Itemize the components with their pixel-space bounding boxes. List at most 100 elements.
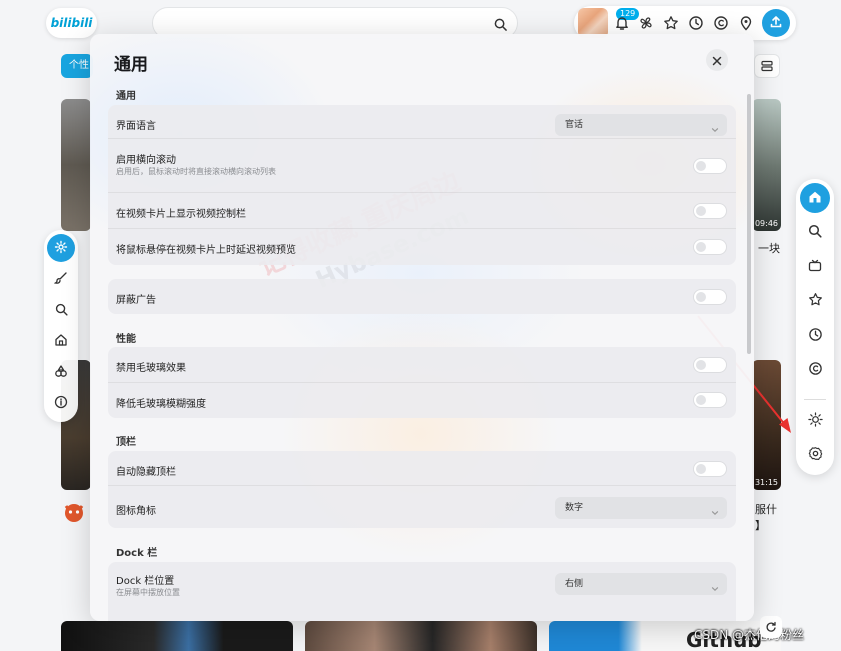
- chevron-down-icon: [711, 504, 719, 526]
- language-select[interactable]: 官话: [555, 114, 727, 136]
- setting-description: 启用后，鼠标滚动时将直接滚动横向滚动列表: [116, 167, 276, 176]
- setting-row-disable-frosted: 禁用毛玻璃效果: [108, 347, 736, 383]
- personalized-chip[interactable]: 个性: [61, 54, 93, 78]
- select-value: 右侧: [565, 579, 584, 589]
- setting-label: 将鼠标悬停在视频卡片上时延迟视频预览: [116, 245, 296, 256]
- dock-position-select[interactable]: 右侧: [555, 573, 727, 595]
- search-icon[interactable]: [494, 16, 507, 35]
- bell-icon[interactable]: [614, 15, 630, 31]
- dock-watch-later-button[interactable]: [800, 252, 830, 282]
- uploader-avatar-icon[interactable]: [62, 500, 86, 528]
- layout-toggle-button[interactable]: [754, 54, 780, 78]
- setting-row-block-ads: 屏蔽广告: [108, 279, 736, 314]
- location-pin-icon[interactable]: [738, 15, 754, 31]
- disable-frosted-toggle[interactable]: [693, 357, 727, 373]
- right-dock: [796, 179, 834, 475]
- refresh-icon: [765, 618, 777, 637]
- dock-settings-button[interactable]: [800, 440, 830, 470]
- bilibili-logo[interactable]: bilibili: [46, 8, 97, 38]
- dock-creation-button[interactable]: [800, 355, 830, 385]
- home-icon: [808, 189, 822, 208]
- nav-general-settings[interactable]: [47, 234, 75, 262]
- creation-icon: [808, 361, 823, 380]
- settings-group-ads: 屏蔽广告: [108, 279, 736, 314]
- dock-favorites-button[interactable]: [800, 286, 830, 316]
- settings-side-nav: [44, 230, 78, 422]
- setting-label: 启用横向滚动: [116, 155, 176, 166]
- video-title-snippet: 服什: [755, 503, 777, 516]
- block-ads-toggle[interactable]: [693, 289, 727, 305]
- gear-icon: [808, 446, 823, 465]
- video-card-thumbnail[interactable]: [305, 621, 537, 651]
- search-input[interactable]: [167, 14, 487, 34]
- setting-label: 禁用毛玻璃效果: [116, 363, 186, 374]
- tv-icon: [808, 258, 822, 277]
- setting-row-language: 界面语言 官话: [108, 105, 736, 139]
- section-title-dock: Dock 栏: [116, 548, 158, 559]
- settings-dialog: 通用 记得收藏 重庆周边 Hybase.com 通用 界面语言 官话 启用横向滚…: [90, 34, 754, 621]
- pinwheel-icon[interactable]: [638, 15, 654, 31]
- dock-search-button[interactable]: [800, 217, 830, 247]
- settings-group-general: 界面语言 官话 启用横向滚动 启用后，鼠标滚动时将直接滚动横向滚动列表 在视频卡…: [108, 105, 736, 265]
- settings-group-dock: Dock 栏位置 在屏幕中摆放位置 右侧: [108, 562, 736, 621]
- setting-row-reduce-blur: 降低毛玻璃模糊强度: [108, 383, 736, 418]
- history-clock-icon[interactable]: [688, 15, 704, 31]
- section-title-topbar: 顶栏: [116, 437, 136, 448]
- refresh-button[interactable]: [760, 616, 782, 638]
- chevron-down-icon: [711, 580, 719, 602]
- setting-label: 界面语言: [116, 121, 156, 132]
- section-title-general: 通用: [116, 91, 136, 102]
- brush-icon: [53, 270, 68, 289]
- video-title-snippet: 】: [755, 519, 766, 532]
- dock-home-button[interactable]: [800, 183, 830, 213]
- auto-hide-topbar-toggle[interactable]: [693, 461, 727, 477]
- search-icon: [808, 223, 822, 242]
- setting-row-hover-delay: 将鼠标悬停在视频卡片上时延迟视频预览: [108, 229, 736, 265]
- nav-about[interactable]: [47, 389, 75, 417]
- shapes-icon: [54, 363, 68, 382]
- setting-description: 在屏幕中摆放位置: [116, 588, 180, 597]
- sun-icon: [807, 411, 823, 431]
- settings-group-performance: 禁用毛玻璃效果 降低毛玻璃模糊强度: [108, 347, 736, 418]
- upload-icon: [769, 14, 783, 33]
- close-icon: [712, 51, 722, 70]
- video-title-snippet: 一块: [758, 242, 780, 255]
- settings-group-topbar: 自动隐藏顶栏 图标角标 数字: [108, 451, 736, 528]
- nav-search[interactable]: [47, 296, 75, 324]
- layout-list-icon: [761, 57, 773, 76]
- nav-plugins[interactable]: [47, 358, 75, 386]
- section-title-performance: 性能: [116, 334, 136, 345]
- dock-divider: [804, 399, 826, 400]
- dialog-scrollbar[interactable]: [747, 94, 751, 354]
- star-icon[interactable]: [663, 15, 679, 31]
- video-controls-toggle[interactable]: [693, 203, 727, 219]
- video-card-thumbnail[interactable]: 09:46: [752, 99, 781, 231]
- video-card-thumbnail[interactable]: [61, 99, 91, 231]
- csdn-watermark: CSDN @杰伦的粉丝: [694, 628, 805, 642]
- video-card-thumbnail[interactable]: [61, 621, 293, 651]
- dock-theme-toggle-button[interactable]: [800, 406, 830, 436]
- home-icon: [54, 332, 68, 351]
- dialog-title: 通用: [114, 55, 148, 75]
- video-duration: 09:46: [754, 219, 778, 228]
- dock-history-button[interactable]: [800, 321, 830, 351]
- nav-home[interactable]: [47, 327, 75, 355]
- creation-icon[interactable]: [713, 15, 729, 31]
- history-clock-icon: [808, 327, 823, 346]
- info-icon: [54, 394, 68, 413]
- upload-button[interactable]: [762, 9, 790, 37]
- close-button[interactable]: [706, 49, 728, 71]
- star-icon: [808, 292, 823, 311]
- setting-row-auto-hide: 自动隐藏顶栏: [108, 451, 736, 486]
- gear-icon: [54, 239, 68, 258]
- nav-appearance[interactable]: [47, 265, 75, 293]
- horizontal-scroll-toggle[interactable]: [693, 158, 727, 174]
- setting-label: 屏蔽广告: [116, 295, 156, 306]
- setting-row-video-controls: 在视频卡片上显示视频控制栏: [108, 193, 736, 229]
- setting-label: Dock 栏位置: [116, 576, 175, 587]
- setting-label: 在视频卡片上显示视频控制栏: [116, 209, 246, 220]
- hover-delay-toggle[interactable]: [693, 239, 727, 255]
- icon-badge-select[interactable]: 数字: [555, 497, 727, 519]
- setting-row-horizontal-scroll: 启用横向滚动 启用后，鼠标滚动时将直接滚动横向滚动列表: [108, 139, 736, 193]
- reduce-blur-toggle[interactable]: [693, 392, 727, 408]
